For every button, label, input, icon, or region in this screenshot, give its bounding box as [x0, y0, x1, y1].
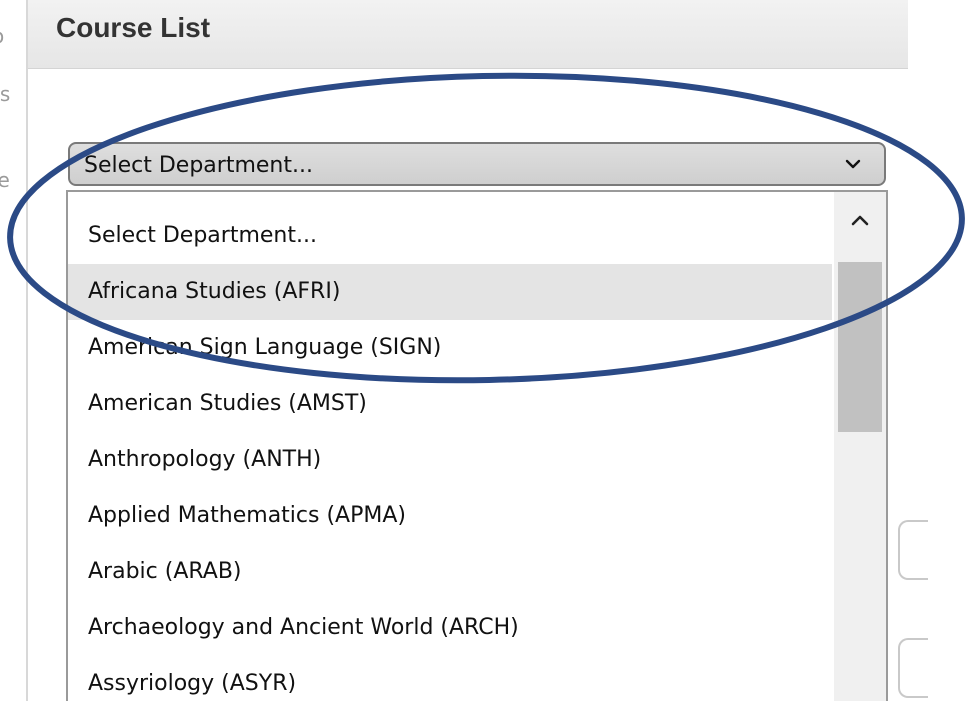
- dropdown-option[interactable]: Archaeology and Ancient World (ARCH): [68, 600, 832, 656]
- dropdown-option-highlighted[interactable]: Africana Studies (AFRI): [68, 264, 832, 320]
- page: o ts le Course List Select Department...…: [0, 0, 977, 701]
- panel-divider: [26, 0, 28, 701]
- left-panel-clipped: o ts le: [0, 0, 26, 701]
- department-select-value: Select Department...: [84, 153, 313, 178]
- dropdown-option[interactable]: American Sign Language (SIGN): [68, 320, 832, 376]
- chevron-down-icon: [845, 159, 861, 169]
- course-list-header: Course List: [28, 0, 908, 69]
- dropdown-scrollbar[interactable]: [834, 192, 886, 701]
- department-dropdown-list[interactable]: Select Department... Africana Studies (A…: [66, 190, 888, 701]
- dropdown-option[interactable]: American Studies (AMST): [68, 376, 832, 432]
- dropdown-option[interactable]: Select Department...: [68, 208, 832, 264]
- partial-button-right-2[interactable]: [898, 638, 928, 698]
- chevron-up-icon[interactable]: [846, 206, 874, 234]
- clipped-text-2: ts: [0, 82, 11, 106]
- page-title: Course List: [56, 12, 211, 43]
- dropdown-option[interactable]: Applied Mathematics (APMA): [68, 488, 832, 544]
- dropdown-option[interactable]: Arabic (ARAB): [68, 544, 832, 600]
- department-select[interactable]: Select Department...: [68, 142, 886, 186]
- dropdown-option[interactable]: Assyriology (ASYR): [68, 656, 832, 701]
- partial-button-right-1[interactable]: [898, 520, 928, 580]
- dropdown-option[interactable]: Anthropology (ANTH): [68, 432, 832, 488]
- clipped-text-3: le: [0, 168, 10, 192]
- clipped-text-1: o: [0, 26, 4, 46]
- scrollbar-thumb[interactable]: [838, 262, 882, 432]
